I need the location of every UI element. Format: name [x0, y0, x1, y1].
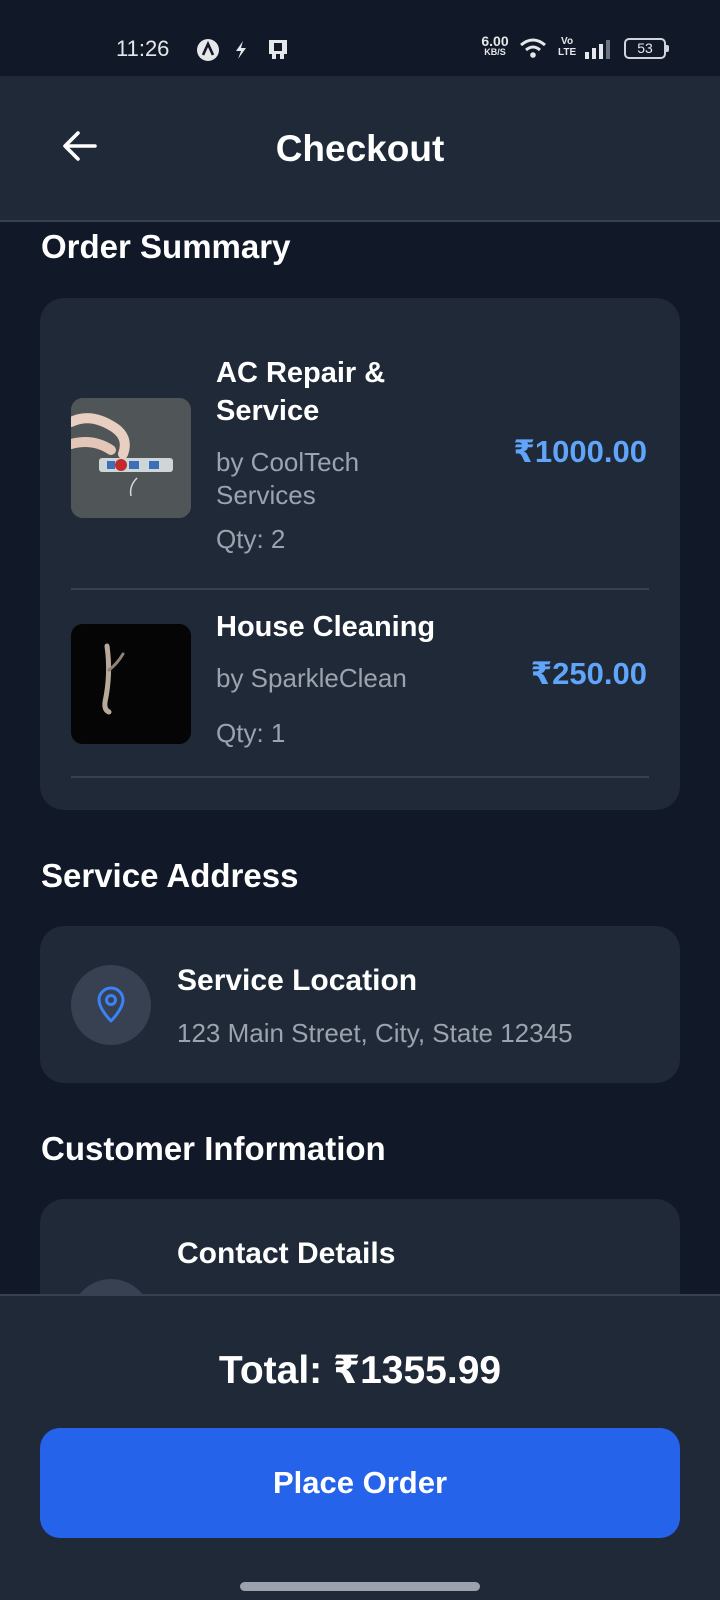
- network-speed: 6.00 KB/S: [476, 34, 514, 57]
- status-time: 11:26: [116, 36, 170, 61]
- location-pin-icon: [97, 986, 125, 1023]
- item-quantity: Qty: 1: [216, 718, 286, 748]
- ac-repair-photo: [71, 398, 191, 518]
- order-total: Total: ₹1355.99: [218, 1349, 502, 1392]
- service-address-title: Service Address: [41, 857, 299, 894]
- network-speed-value: 6.00: [481, 33, 509, 49]
- contact-details-label: Contact Details: [177, 1237, 396, 1270]
- app-a-icon: [197, 39, 219, 61]
- item-name: House Cleaning: [216, 611, 436, 643]
- place-order-button[interactable]: Place Order: [40, 1428, 680, 1538]
- wifi-icon: [520, 38, 546, 58]
- service-location-label: Service Location: [177, 964, 418, 997]
- app-header: Checkout: [0, 76, 720, 222]
- volte-top: Vo: [561, 36, 574, 47]
- item-divider: [71, 776, 649, 778]
- order-summary-card: AC Repair & Service by CoolTech Services…: [40, 298, 680, 810]
- network-speed-unit: KB/S: [484, 47, 506, 57]
- item-quantity: Qty: 2: [216, 524, 286, 554]
- service-address-card[interactable]: Service Location 123 Main Street, City, …: [40, 926, 680, 1083]
- sim-icon: [269, 40, 287, 59]
- location-icon-circle: [71, 965, 151, 1045]
- flash-icon: [236, 41, 246, 59]
- ac-repair-image: [71, 398, 191, 518]
- item-price: ₹250.00: [530, 656, 647, 691]
- volte-bottom: LTE: [558, 47, 577, 58]
- customer-info-title: Customer Information: [41, 1130, 386, 1167]
- order-summary-title: Order Summary: [41, 228, 291, 265]
- house-cleaning-photo: [71, 624, 191, 744]
- battery-indicator: 53: [624, 38, 669, 59]
- house-cleaning-image: [71, 624, 191, 744]
- status-bar: 11:26 6.00 KB/S Vo LTE 53: [0, 0, 720, 76]
- checkout-footer: Total: ₹1355.99 Place Order: [0, 1294, 720, 1600]
- item-price: ₹1000.00: [513, 434, 647, 469]
- page-title: Checkout: [275, 128, 445, 169]
- signal-icon: [585, 40, 610, 59]
- item-name: AC Repair & Service: [216, 357, 386, 427]
- item-provider: by CoolTech Services: [216, 447, 360, 510]
- item-divider: [71, 588, 649, 590]
- volte-indicator: Vo LTE: [558, 36, 576, 58]
- service-location-address: 123 Main Street, City, State 12345: [177, 1018, 573, 1048]
- item-provider: by SparkleClean: [216, 663, 407, 693]
- home-indicator[interactable]: [240, 1582, 480, 1591]
